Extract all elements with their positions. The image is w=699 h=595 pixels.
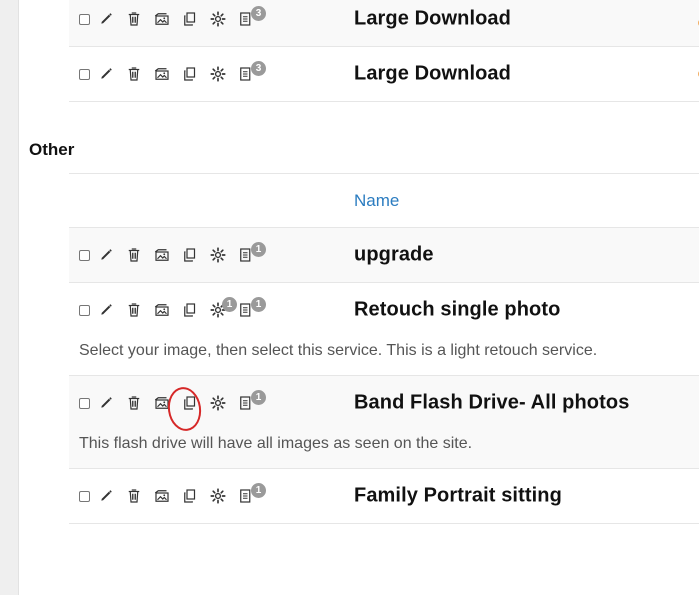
checkbox-icon[interactable]: [79, 304, 90, 316]
pencil-icon[interactable]: [96, 300, 116, 320]
top-service-list: 3 Large Download 3 Large Download: [69, 0, 699, 102]
pencil-icon[interactable]: [96, 245, 116, 265]
gear-icon[interactable]: [208, 245, 228, 265]
pencil-icon[interactable]: [96, 9, 116, 29]
copy-icon[interactable]: [180, 486, 200, 506]
table-row: 1 1 Retouch single photo Select your ima…: [69, 283, 699, 376]
trash-icon[interactable]: [124, 300, 144, 320]
service-title: upgrade: [354, 243, 434, 266]
gear-icon[interactable]: [208, 9, 228, 29]
trash-icon[interactable]: [124, 9, 144, 29]
checkbox-icon[interactable]: [79, 13, 90, 25]
checkbox-icon[interactable]: [79, 68, 90, 80]
gear-icon[interactable]: [208, 486, 228, 506]
table-row: 1 upgrade: [69, 228, 699, 283]
copy-icon[interactable]: [180, 300, 200, 320]
document-badge: 1: [251, 297, 266, 312]
service-title: Band Flash Drive- All photos: [354, 391, 630, 414]
copy-icon[interactable]: [180, 245, 200, 265]
section-title: Other: [29, 140, 75, 159]
table-row: 3 Large Download: [69, 47, 699, 102]
pencil-icon[interactable]: [96, 486, 116, 506]
table-row: 1 Family Portrait sitting: [69, 469, 699, 524]
service-title: Large Download: [354, 62, 511, 85]
service-title: Family Portrait sitting: [354, 484, 562, 507]
copy-icon[interactable]: [180, 64, 200, 84]
document-badge: 1: [251, 242, 266, 257]
row-actions: 3: [79, 61, 266, 84]
image-icon[interactable]: [152, 245, 172, 265]
other-service-list: 1 upgrade 1 1 Retouch single photo Selec…: [69, 228, 699, 524]
copy-icon[interactable]: [180, 393, 200, 413]
document-badge: 1: [251, 390, 266, 405]
row-actions: 3: [79, 6, 266, 29]
image-icon[interactable]: [152, 300, 172, 320]
gear-icon[interactable]: [208, 64, 228, 84]
row-actions: 1: [79, 483, 266, 506]
document-icon[interactable]: 1: [236, 390, 266, 413]
name-column-header[interactable]: Name: [354, 191, 399, 211]
checkbox-icon[interactable]: [79, 397, 90, 409]
table-row: 1 Band Flash Drive- All photos This flas…: [69, 376, 699, 469]
content-panel: 3 Large Download 3 Large Download Other …: [18, 0, 699, 595]
settings-badge: 1: [222, 297, 237, 312]
pencil-icon[interactable]: [96, 64, 116, 84]
row-actions: 1: [79, 242, 266, 265]
trash-icon[interactable]: [124, 393, 144, 413]
document-icon[interactable]: 1: [236, 242, 266, 265]
trash-icon[interactable]: [124, 245, 144, 265]
trash-icon[interactable]: [124, 64, 144, 84]
row-actions: 1 1: [79, 297, 266, 320]
service-description: Select your image, then select this serv…: [79, 342, 598, 359]
table-row: 3 Large Download: [69, 0, 699, 47]
checkbox-icon[interactable]: [79, 249, 90, 261]
document-icon[interactable]: 1: [236, 483, 266, 506]
document-icon[interactable]: 3: [236, 61, 266, 84]
document-icon[interactable]: 3: [236, 6, 266, 29]
checkbox-icon[interactable]: [79, 490, 90, 502]
service-description: This flash drive will have all images as…: [79, 435, 473, 452]
copy-icon[interactable]: [180, 9, 200, 29]
row-actions: 1: [79, 390, 266, 413]
document-icon[interactable]: 1: [236, 297, 266, 320]
image-icon[interactable]: [152, 486, 172, 506]
pencil-icon[interactable]: [96, 393, 116, 413]
gear-icon[interactable]: [208, 393, 228, 413]
trash-icon[interactable]: [124, 486, 144, 506]
image-icon[interactable]: [152, 9, 172, 29]
gear-icon[interactable]: 1: [208, 297, 237, 320]
table-header-row: Name: [69, 174, 699, 228]
document-badge: 3: [251, 6, 266, 21]
image-icon[interactable]: [152, 64, 172, 84]
service-title: Large Download: [354, 7, 511, 30]
service-title: Retouch single photo: [354, 298, 561, 321]
document-badge: 3: [251, 61, 266, 76]
document-badge: 1: [251, 483, 266, 498]
image-icon[interactable]: [152, 393, 172, 413]
